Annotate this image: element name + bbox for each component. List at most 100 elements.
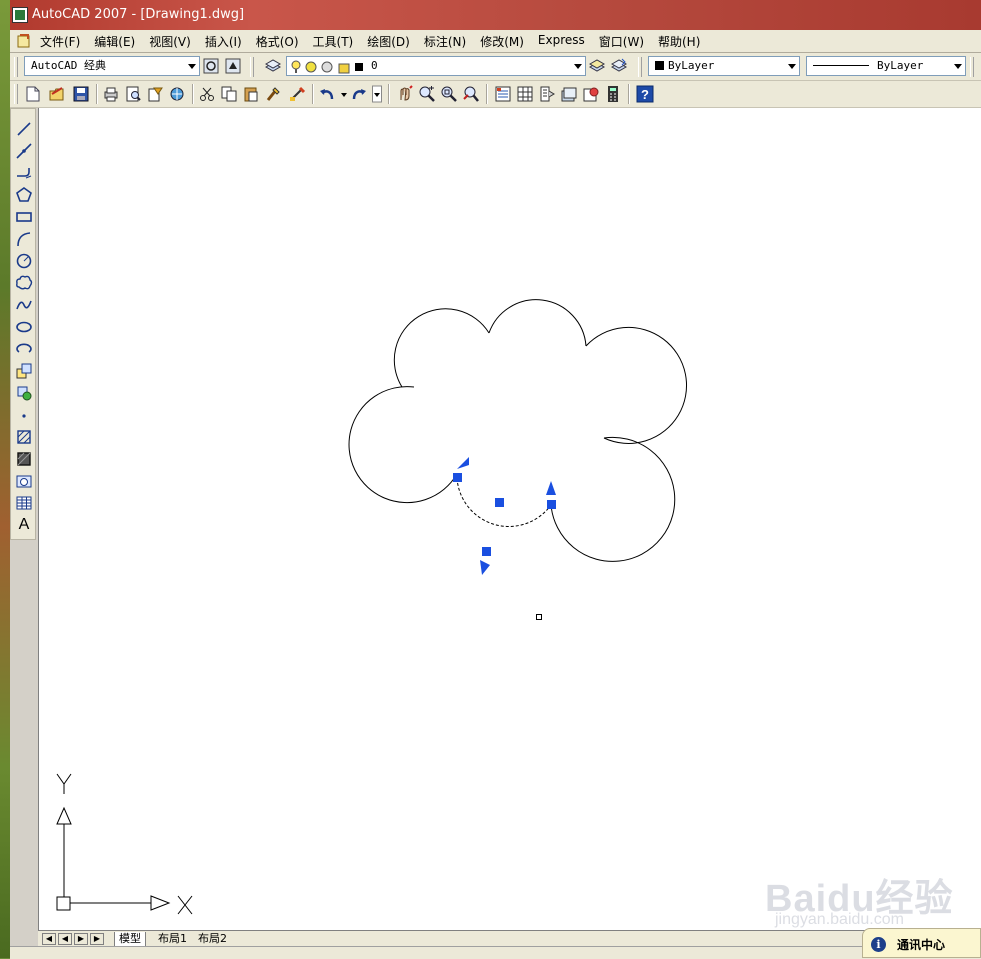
table-icon[interactable]: [14, 493, 34, 513]
help-icon[interactable]: ?: [636, 85, 654, 103]
last-tab-button[interactable]: ▶: [90, 933, 104, 945]
first-tab-button[interactable]: ◀: [42, 933, 56, 945]
redo-dropdown-icon[interactable]: [372, 85, 382, 103]
revision-cloud-icon[interactable]: [14, 273, 34, 293]
make-block-icon[interactable]: [14, 383, 34, 403]
insert-block-icon[interactable]: [14, 361, 34, 381]
menu-dimension[interactable]: 标注(N): [424, 33, 466, 50]
new-file-icon[interactable]: [24, 85, 42, 103]
match-properties-icon[interactable]: [264, 85, 282, 103]
toolbar-grip[interactable]: [970, 57, 974, 77]
communication-center-bubble[interactable]: i 通讯中心: [862, 928, 981, 958]
polygon-icon[interactable]: [14, 185, 34, 205]
spline-icon[interactable]: [14, 295, 34, 315]
tool-palettes-icon[interactable]: [538, 85, 556, 103]
point-icon[interactable]: [14, 405, 34, 425]
paste-icon[interactable]: [242, 85, 260, 103]
pan-realtime-icon[interactable]: [396, 85, 414, 103]
draw-toolbar: A: [10, 108, 36, 540]
circle-icon[interactable]: [14, 251, 34, 271]
menu-tools[interactable]: 工具(T): [313, 33, 354, 50]
toolbar-grip[interactable]: [14, 57, 18, 77]
design-center-icon[interactable]: [516, 85, 534, 103]
markup-set-manager-icon[interactable]: [582, 85, 600, 103]
document-icon[interactable]: [16, 33, 32, 49]
tab-layout1[interactable]: 布局1: [154, 932, 191, 946]
region-icon[interactable]: [14, 471, 34, 491]
color-control-dropdown[interactable]: ByLayer: [648, 56, 800, 76]
layer-dropdown[interactable]: 0: [286, 56, 586, 76]
workspace-save-icon[interactable]: [224, 57, 242, 75]
properties-icon[interactable]: [494, 85, 512, 103]
linetype-preview: [813, 65, 869, 66]
menu-view[interactable]: 视图(V): [149, 33, 191, 50]
menu-express[interactable]: Express: [538, 33, 585, 50]
multiline-text-icon[interactable]: A: [14, 515, 34, 535]
tab-layout2[interactable]: 布局2: [194, 932, 231, 946]
workspace-dropdown[interactable]: AutoCAD 经典: [24, 56, 200, 76]
communication-center-label: 通讯中心: [897, 938, 946, 952]
arc-center-grip[interactable]: [495, 498, 504, 507]
copy-icon[interactable]: [220, 85, 238, 103]
menu-insert[interactable]: 插入(I): [205, 33, 242, 50]
toolbar-grip[interactable]: [14, 84, 18, 104]
layer-manager-icon[interactable]: [264, 57, 282, 75]
previous-tab-button[interactable]: ◀: [58, 933, 72, 945]
toolbar-separator: [388, 84, 390, 104]
radius-arrow[interactable]: [480, 560, 490, 575]
toolbar-grip[interactable]: [638, 57, 642, 77]
menu-window[interactable]: 窗口(W): [599, 33, 644, 50]
gradient-icon[interactable]: [14, 449, 34, 469]
menu-file[interactable]: 文件(F): [40, 33, 80, 50]
plot-preview-icon[interactable]: [124, 85, 142, 103]
quickcalc-icon[interactable]: [604, 85, 622, 103]
menu-modify[interactable]: 修改(M): [480, 33, 524, 50]
3d-dwf-icon[interactable]: [168, 85, 186, 103]
undo-dropdown-icon[interactable]: [340, 85, 348, 103]
undo-icon[interactable]: [318, 85, 336, 103]
lengthen-arrow-start[interactable]: [457, 457, 469, 469]
zoom-window-icon[interactable]: [440, 85, 458, 103]
arc-midpoint-grip[interactable]: [482, 547, 491, 556]
layer-previous-icon[interactable]: [610, 57, 628, 75]
autocad-app-icon[interactable]: [12, 7, 28, 23]
plot-icon[interactable]: [102, 85, 120, 103]
toolbar-grip[interactable]: [250, 57, 254, 77]
workspace-value: AutoCAD 经典: [31, 59, 106, 72]
menu-format[interactable]: 格式(O): [256, 33, 299, 50]
menu-edit[interactable]: 编辑(E): [94, 33, 135, 50]
cut-icon[interactable]: [198, 85, 216, 103]
toolbar-separator: [192, 84, 194, 104]
lengthen-arrow-end[interactable]: [546, 481, 556, 495]
construction-line-icon[interactable]: [14, 141, 34, 161]
ellipse-icon[interactable]: [14, 317, 34, 337]
open-file-icon[interactable]: [48, 85, 66, 103]
workspace-settings-icon[interactable]: [202, 57, 220, 75]
arc-start-grip[interactable]: [453, 473, 462, 482]
drawing-canvas[interactable]: [39, 108, 981, 930]
rectangle-icon[interactable]: [14, 207, 34, 227]
tab-model[interactable]: 模型: [114, 932, 146, 947]
chevron-down-icon: [954, 64, 962, 69]
hatch-icon[interactable]: [14, 427, 34, 447]
block-editor-icon[interactable]: [288, 85, 306, 103]
linetype-control-dropdown[interactable]: ByLayer: [806, 56, 966, 76]
next-tab-button[interactable]: ▶: [74, 933, 88, 945]
sheet-set-manager-icon[interactable]: [560, 85, 578, 103]
zoom-previous-icon[interactable]: [462, 85, 480, 103]
zoom-realtime-icon[interactable]: [418, 85, 436, 103]
publish-icon[interactable]: [146, 85, 164, 103]
drawing-area[interactable]: X Y: [38, 108, 981, 930]
menu-help[interactable]: 帮助(H): [658, 33, 700, 50]
ellipse-arc-icon[interactable]: [14, 339, 34, 359]
save-icon[interactable]: [72, 85, 90, 103]
polyline-icon[interactable]: [14, 163, 34, 183]
title-bar[interactable]: AutoCAD 2007 - [Drawing1.dwg]: [10, 0, 981, 30]
make-object-layer-current-icon[interactable]: [588, 57, 606, 75]
line-icon[interactable]: [14, 119, 34, 139]
arc-end-grip[interactable]: [547, 500, 556, 509]
arc-icon[interactable]: [14, 229, 34, 249]
redo-icon[interactable]: [350, 85, 368, 103]
revision-cloud[interactable]: [348, 299, 687, 562]
menu-draw[interactable]: 绘图(D): [367, 33, 410, 50]
